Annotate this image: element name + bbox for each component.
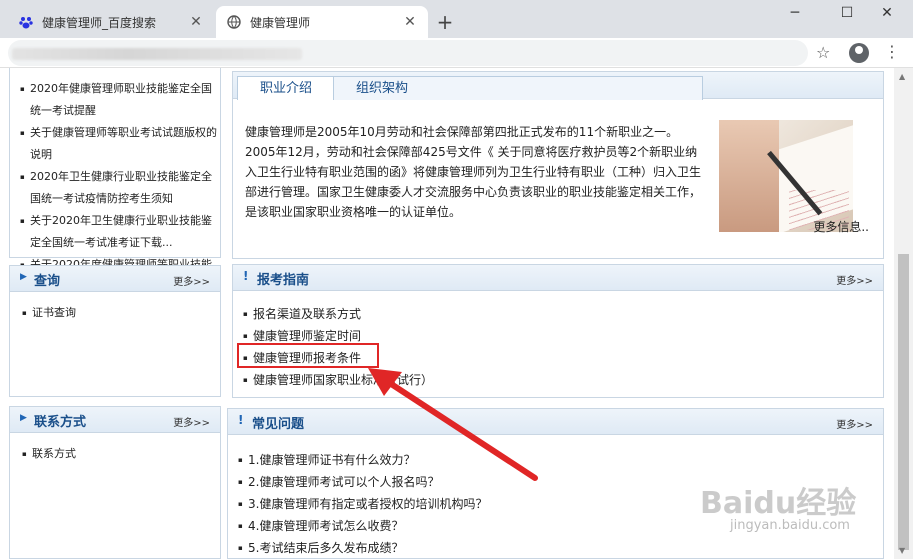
query-box: ▶ 查询 更多>> 证书查询 <box>9 265 221 397</box>
tab-health-manager[interactable]: 健康管理师 ✕ <box>216 6 428 38</box>
hand-shape <box>719 120 779 232</box>
tab-baidu-search[interactable]: 健康管理师_百度搜索 ✕ <box>8 6 214 38</box>
exclamation-icon: ! <box>243 269 249 283</box>
news-item[interactable]: 关于2020年卫生健康行业职业技能鉴定全国统一考试准考证下载... <box>20 210 220 254</box>
minimize-button[interactable]: ─ <box>778 2 812 24</box>
tab-job-intro[interactable]: 职业介绍 <box>237 76 336 100</box>
news-list: 2020年健康管理师职业技能鉴定全国统一考试提醒 关于健康管理师等职业考试试题版… <box>20 78 220 266</box>
close-window-button[interactable]: ✕ <box>870 2 904 24</box>
baidu-jingyan-watermark: Baidu经验 <box>700 486 857 521</box>
tab-strip: 健康管理师_百度搜索 ✕ 健康管理师 ✕ + ─ ☐ ✕ <box>0 0 913 38</box>
cert-query-link[interactable]: 证书查询 <box>22 302 76 324</box>
browser-toolbar: ☆ ⋮ <box>0 38 913 68</box>
baidu-icon <box>18 14 34 30</box>
arrow-head <box>368 368 402 396</box>
contact-list: 联系方式 <box>22 443 76 465</box>
intro-tabs: 职业介绍 组织架构 <box>233 72 883 100</box>
scroll-down-icon[interactable]: ▼ <box>899 546 905 555</box>
highlight-box <box>237 343 379 368</box>
scroll-up-icon[interactable]: ▲ <box>899 72 905 81</box>
watermark-url: jingyan.baidu.com <box>730 518 850 533</box>
guide-header: ! 报考指南 更多>> <box>233 265 883 291</box>
more-link[interactable]: 更多>> <box>173 414 210 429</box>
faq-item[interactable]: 4.健康管理师考试怎么收费？ <box>238 515 487 537</box>
maximize-button[interactable]: ☐ <box>830 2 864 24</box>
more-link[interactable]: 更多>> <box>173 273 210 288</box>
contact-link[interactable]: 联系方式 <box>22 443 76 465</box>
address-bar[interactable] <box>8 40 808 66</box>
exclamation-icon: ! <box>238 413 244 427</box>
news-item[interactable]: 关于健康管理师等职业考试试题版权的说明 <box>20 122 220 166</box>
guide-box: ! 报考指南 更多>> 报名渠道及联系方式 健康管理师鉴定时间 健康管理师报考条… <box>232 264 884 398</box>
bookmark-star-icon[interactable]: ☆ <box>816 43 830 62</box>
query-list: 证书查询 <box>22 302 76 324</box>
new-tab-button[interactable]: + <box>434 11 456 33</box>
globe-icon <box>226 14 242 30</box>
tab-title: 健康管理师 <box>250 15 311 30</box>
intro-text: 健康管理师是2005年10月劳动和社会保障部第四批正式发布的11个新职业之一。2… <box>245 125 702 219</box>
query-title: 查询 <box>34 274 61 289</box>
query-header: ▶ 查询 更多>> <box>10 266 220 292</box>
triangle-icon: ▶ <box>20 272 27 282</box>
account-icon[interactable] <box>849 43 869 63</box>
menu-icon[interactable]: ⋮ <box>884 42 900 61</box>
contact-title: 联系方式 <box>34 415 87 430</box>
vertical-scrollbar[interactable]: ▲ ▼ <box>894 68 913 559</box>
arrow-shaft <box>379 375 538 481</box>
news-item[interactable]: 2020年卫生健康行业职业技能鉴定全国统一考试疫情防控考生须知 <box>20 166 220 210</box>
tab-title: 健康管理师_百度搜索 <box>42 15 157 30</box>
more-link[interactable]: 更多>> <box>836 272 873 287</box>
faq-item[interactable]: 5.考试结束后多久发布成绩？ <box>238 537 487 559</box>
faq-item[interactable]: 3.健康管理师有指定或者授权的培训机构吗？ <box>238 493 487 515</box>
blurred-url <box>12 48 302 60</box>
more-info-link[interactable]: 更多信息.. <box>813 218 869 235</box>
more-link[interactable]: 更多>> <box>836 416 873 431</box>
faq-title: 常见问题 <box>252 417 305 432</box>
scrollbar-thumb[interactable] <box>898 254 909 550</box>
tab-label: 组织架构 <box>356 81 409 96</box>
red-arrow-annotation <box>368 368 538 481</box>
guide-title: 报考指南 <box>257 273 310 288</box>
tab-org-structure[interactable]: 组织架构 <box>333 76 703 100</box>
faq-header: ! 常见问题 更多>> <box>228 409 883 435</box>
guide-item[interactable]: 报名渠道及联系方式 <box>243 303 433 325</box>
news-box: 2020年健康管理师职业技能鉴定全国统一考试提醒 关于健康管理师等职业考试试题版… <box>9 68 221 266</box>
news-item[interactable]: 2020年健康管理师职业技能鉴定全国统一考试提醒 <box>20 78 220 122</box>
intro-box: 职业介绍 组织架构 健康管理师是2005年10月劳动和社会保障部第四批正式发布的… <box>232 71 884 259</box>
writing-hand-photo <box>719 120 853 232</box>
close-icon[interactable]: ✕ <box>188 14 204 30</box>
contact-box: ▶ 联系方式 更多>> 联系方式 <box>9 406 221 559</box>
close-icon[interactable]: ✕ <box>402 14 418 30</box>
triangle-icon: ▶ <box>20 413 27 423</box>
contact-header: ▶ 联系方式 更多>> <box>10 407 220 433</box>
